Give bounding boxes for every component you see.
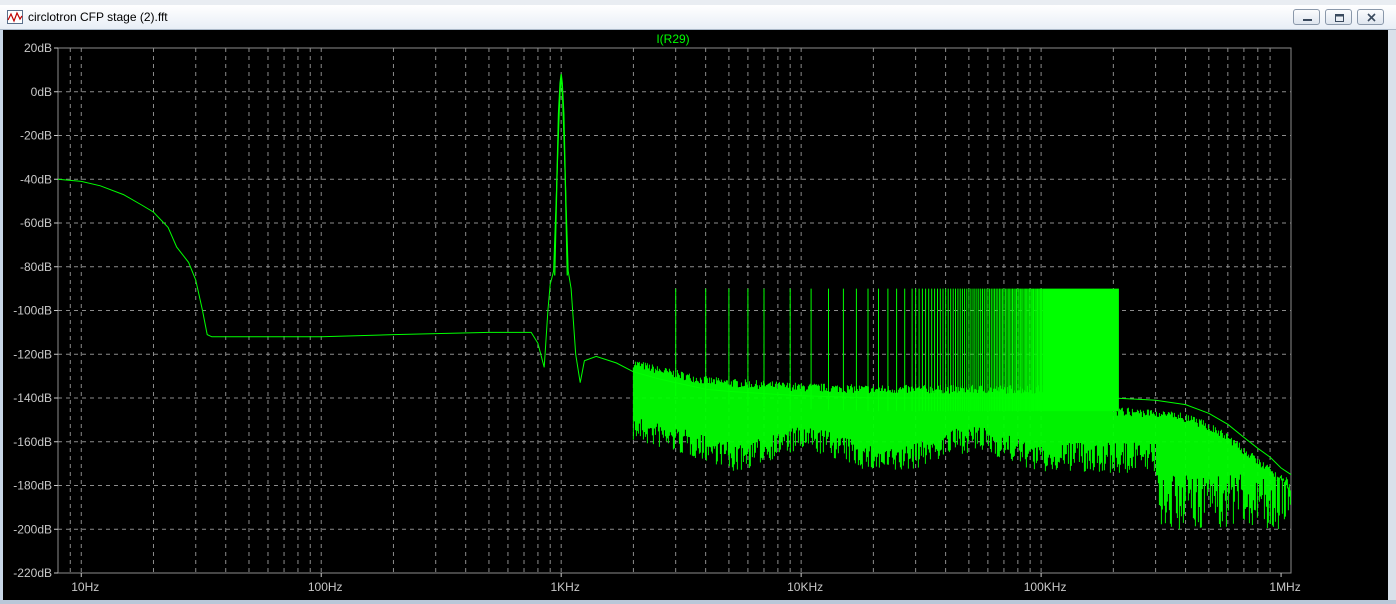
fft-chart[interactable]: 20dB 0dB -20dB -40dB -60dB -80dB -100dB -120dB -… (3, 30, 1391, 600)
y-tick-label: -140dB (13, 391, 52, 405)
x-tick-label: 1KHz (551, 580, 580, 594)
close-icon (1367, 13, 1376, 22)
trace-title[interactable]: I(R29) (656, 32, 689, 46)
minimize-icon (1303, 19, 1312, 21)
y-tick-label: -20dB (20, 129, 52, 143)
minimize-button[interactable] (1293, 9, 1320, 25)
y-axis-tick-labels: 20dB 0dB -20dB -40dB -60dB -80dB -100dB -120dB -… (13, 41, 52, 580)
x-tick-label: 100KHz (1024, 580, 1067, 594)
x-tick-label: 100Hz (308, 580, 343, 594)
restore-button[interactable] (1325, 9, 1352, 25)
y-tick-label: -220dB (13, 566, 52, 580)
y-tick-label: -180dB (13, 479, 52, 493)
window-titlebar[interactable]: circlotron CFP stage (2).fft (0, 5, 1396, 30)
window-title: circlotron CFP stage (2).fft (28, 10, 168, 24)
y-tick-label: -200dB (13, 522, 52, 536)
restore-icon (1335, 14, 1344, 22)
bottom-window-edge (0, 600, 1396, 604)
y-tick-label: -40dB (20, 172, 52, 186)
y-tick-label: -60dB (20, 216, 52, 230)
waveform-app-icon (7, 10, 23, 24)
trace-layer (57, 74, 1292, 530)
y-tick-label: -160dB (13, 435, 52, 449)
right-window-edge (1388, 30, 1396, 600)
y-tick-label: 0dB (31, 85, 52, 99)
y-tick-label: -100dB (13, 304, 52, 318)
y-tick-label: -80dB (20, 260, 52, 274)
x-tick-label: 1MHz (1269, 580, 1300, 594)
x-tick-label: 10Hz (71, 580, 99, 594)
y-tick-label: -120dB (13, 347, 52, 361)
close-button[interactable] (1357, 9, 1384, 25)
x-axis-tick-labels: 10Hz 100Hz 1KHz 10KHz 100KHz 1MHz (71, 580, 1300, 594)
y-tick-label: 20dB (24, 41, 52, 55)
x-tick-label: 10KHz (787, 580, 823, 594)
fft-plot-pane[interactable]: 20dB 0dB -20dB -40dB -60dB -80dB -100dB -120dB -… (3, 30, 1391, 600)
